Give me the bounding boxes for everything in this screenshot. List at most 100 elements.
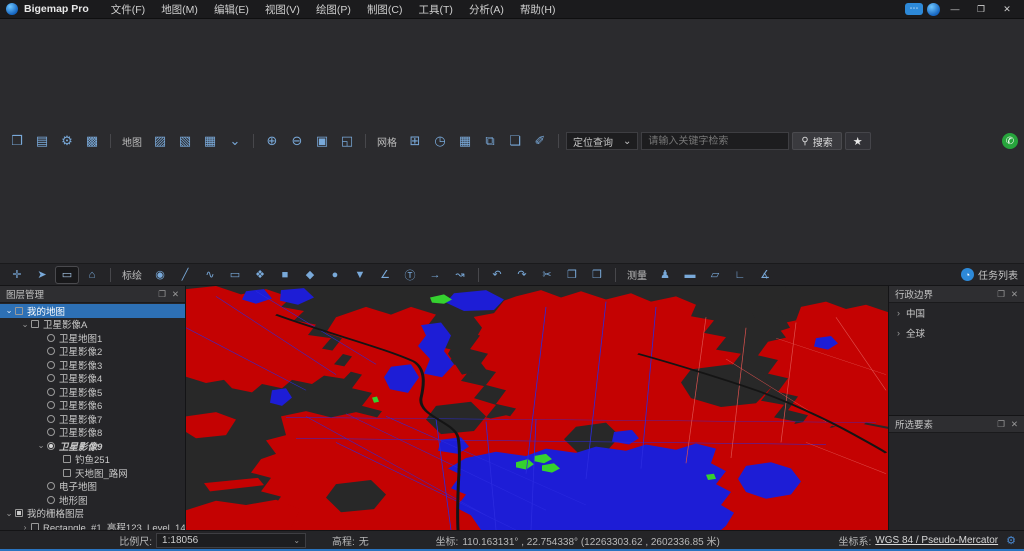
open-folder-icon[interactable]: ❒: [6, 132, 28, 150]
measure-distance-icon[interactable]: ▬: [679, 267, 701, 283]
zoom-in-icon[interactable]: ⊕: [261, 132, 283, 150]
close-panel-icon[interactable]: ✕: [172, 289, 179, 300]
layer-item[interactable]: ›Rectangle_#1_高程123_Level_14: [0, 520, 185, 530]
menu-draw[interactable]: 绘图(P): [308, 1, 359, 18]
select-cursor-icon[interactable]: ➤: [31, 267, 53, 283]
slope-draw-icon[interactable]: ∠: [374, 267, 396, 283]
favorite-star-button[interactable]: ★: [845, 132, 871, 150]
layer-item[interactable]: ⌄我的地图: [0, 304, 185, 318]
circle-draw-icon[interactable]: ●: [324, 267, 346, 283]
box-select-icon[interactable]: ▭: [56, 267, 78, 283]
pentagon-draw-icon[interactable]: ◆: [299, 267, 321, 283]
search-button[interactable]: ⚲搜索: [792, 132, 841, 150]
menu-view[interactable]: 视图(V): [257, 1, 308, 18]
layer-item[interactable]: ⌄卫星影像A: [0, 318, 185, 332]
chat-button[interactable]: ⋯: [905, 3, 923, 15]
map-style-dropdown-icon[interactable]: ⌄: [224, 132, 246, 150]
support-phone-icon[interactable]: ✆: [1002, 133, 1018, 149]
menu-edit[interactable]: 编辑(E): [206, 1, 257, 18]
region-global[interactable]: ›全球: [889, 323, 1024, 343]
close-button[interactable]: ✕: [996, 2, 1018, 16]
radio[interactable]: [47, 496, 55, 504]
layer-item[interactable]: 卫星影像4: [0, 372, 185, 386]
save-icon[interactable]: ▤: [31, 132, 53, 150]
triangle-draw-icon[interactable]: ▼: [349, 267, 371, 283]
menu-cartography[interactable]: 制图(C): [359, 1, 411, 18]
layer-item[interactable]: 卫星影像8: [0, 426, 185, 440]
full-extent-icon[interactable]: ◱: [336, 132, 358, 150]
layer-item[interactable]: 卫星影像2: [0, 345, 185, 359]
sweep-brush-icon[interactable]: ✐: [529, 132, 551, 150]
checkbox[interactable]: [15, 509, 23, 517]
region-china[interactable]: ›中国: [889, 303, 1024, 323]
menu-analysis[interactable]: 分析(A): [461, 1, 512, 18]
arrow-draw-icon[interactable]: →: [424, 267, 446, 283]
terrain-map-icon[interactable]: ▧: [174, 132, 196, 150]
expander-icon[interactable]: ⌄: [36, 440, 46, 451]
zoom-out-icon[interactable]: ⊖: [286, 132, 308, 150]
radio[interactable]: [47, 334, 55, 342]
radio[interactable]: [47, 415, 55, 423]
text-label-icon[interactable]: Ⓣ: [399, 267, 421, 283]
menu-map[interactable]: 地图(M): [153, 1, 206, 18]
locate-query-select[interactable]: 定位查询⌄: [566, 132, 638, 150]
measure-angle-icon[interactable]: ∟: [729, 267, 751, 283]
polyline-draw-icon[interactable]: ∿: [199, 267, 221, 283]
grid-sheet-icon[interactable]: ▦: [454, 132, 476, 150]
expander-icon[interactable]: ›: [897, 308, 900, 318]
imagery-map-icon[interactable]: ▦: [199, 132, 221, 150]
maximize-button[interactable]: ❐: [970, 2, 992, 16]
map-window-icon[interactable]: ▩: [81, 132, 103, 150]
copy-icon[interactable]: ❐: [561, 267, 583, 283]
checkbox[interactable]: [31, 320, 39, 328]
close-panel-icon[interactable]: ✕: [1011, 419, 1018, 430]
curve-draw-icon[interactable]: ↝: [449, 267, 471, 283]
point-marker-icon[interactable]: ◉: [149, 267, 171, 283]
freepolygon-draw-icon[interactable]: ❖: [249, 267, 271, 283]
float-panel-icon[interactable]: ❐: [997, 289, 1005, 300]
square-draw-icon[interactable]: ■: [274, 267, 296, 283]
satellite-map-icon[interactable]: ▨: [149, 132, 171, 150]
measure-position-icon[interactable]: ♟: [654, 267, 676, 283]
cut-icon[interactable]: ✂: [536, 267, 558, 283]
expander-icon[interactable]: ⌄: [4, 508, 14, 519]
paste-icon[interactable]: ❒: [586, 267, 608, 283]
radio[interactable]: [47, 347, 55, 355]
redo-icon[interactable]: ↷: [511, 267, 533, 283]
settings-gear-icon[interactable]: ⚙: [56, 132, 78, 150]
layer-item[interactable]: 卫星影像7: [0, 412, 185, 426]
keyword-search-input[interactable]: [641, 132, 789, 150]
menu-tools[interactable]: 工具(T): [411, 1, 461, 18]
measure-area-icon[interactable]: ▱: [704, 267, 726, 283]
layer-item[interactable]: ⌄我的栅格图层: [0, 507, 185, 521]
layer-item[interactable]: ⌄卫星影像9: [0, 439, 185, 453]
radio[interactable]: [47, 374, 55, 382]
expander-icon[interactable]: ›: [20, 522, 30, 530]
layer-item[interactable]: 卫星影像6: [0, 399, 185, 413]
radio[interactable]: [47, 482, 55, 490]
float-panel-icon[interactable]: ❐: [158, 289, 166, 300]
radio[interactable]: [47, 388, 55, 396]
rectangle-draw-icon[interactable]: ▭: [224, 267, 246, 283]
grid-export-icon[interactable]: ⧉: [479, 132, 501, 150]
scale-select[interactable]: 1:18056 ⌄: [156, 533, 306, 548]
home-view-icon[interactable]: ⌂: [81, 267, 103, 283]
float-panel-icon[interactable]: ❐: [997, 419, 1005, 430]
layer-item[interactable]: 钓鱼251: [0, 453, 185, 467]
menu-file[interactable]: 文件(F): [103, 1, 153, 18]
radio[interactable]: [47, 361, 55, 369]
layer-item[interactable]: 地形图: [0, 493, 185, 507]
line-draw-icon[interactable]: ╱: [174, 267, 196, 283]
grid-icon[interactable]: ⊞: [404, 132, 426, 150]
layer-item[interactable]: 天地图_路网: [0, 466, 185, 480]
box-zoom-icon[interactable]: ▣: [311, 132, 333, 150]
measure-azimuth-icon[interactable]: ∡: [754, 267, 776, 283]
layer-item[interactable]: 卫星影像5: [0, 385, 185, 399]
layer-item[interactable]: 卫星影像3: [0, 358, 185, 372]
crs-settings-gear-icon[interactable]: ⚙: [1006, 534, 1016, 547]
layer-item[interactable]: 卫星地图1: [0, 331, 185, 345]
checkbox[interactable]: [63, 469, 71, 477]
radio[interactable]: [47, 428, 55, 436]
task-list-button[interactable]: ◔任务列表: [961, 267, 1018, 282]
checkbox[interactable]: [63, 455, 71, 463]
